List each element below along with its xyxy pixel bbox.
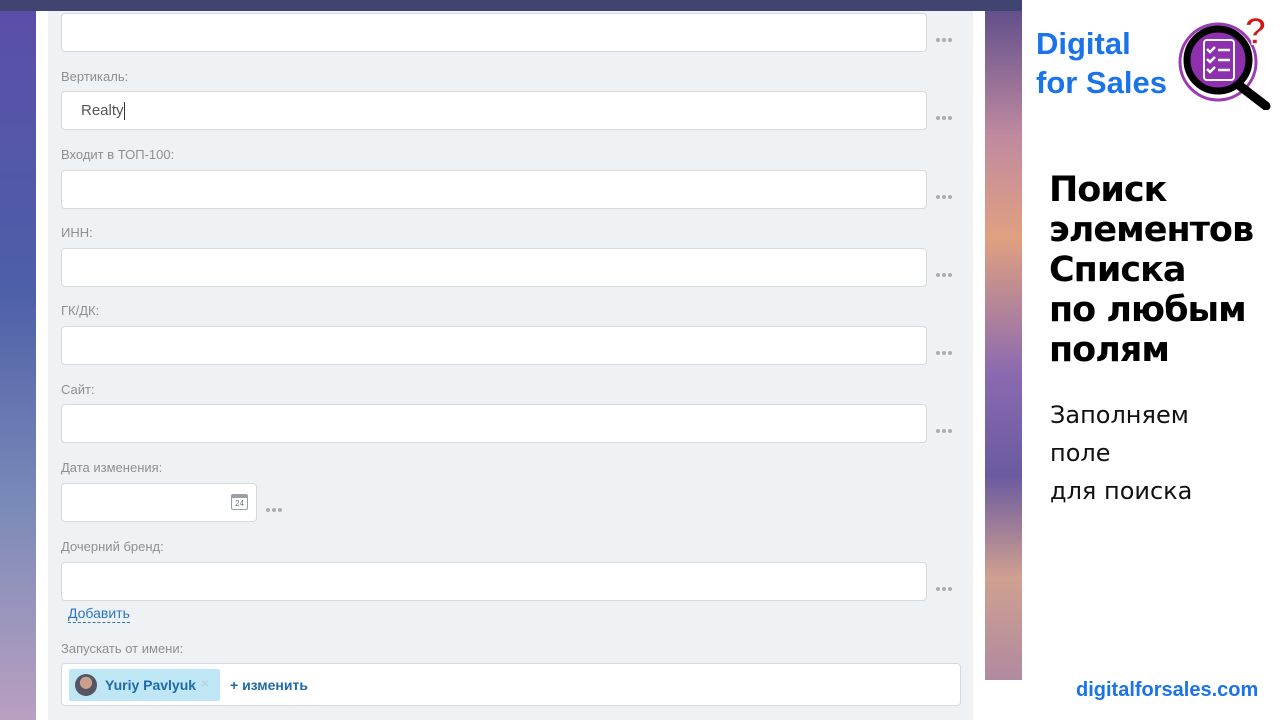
field-label: ГК/ДК: (61, 303, 100, 318)
headline-line: по любым (1049, 290, 1247, 330)
headline-line: Поиск (1049, 170, 1167, 210)
avatar (75, 674, 97, 696)
headline-line: элементов (1049, 210, 1254, 250)
more-options-icon[interactable] (936, 29, 954, 45)
more-options-icon[interactable] (936, 578, 954, 594)
brand-line: Digital (1036, 26, 1131, 61)
date-input[interactable]: 24 (61, 483, 257, 522)
magnifier-checklist-question-icon: ? (1178, 12, 1271, 110)
headline-line: полям (1049, 330, 1170, 370)
field-label: Дата изменения: (61, 460, 163, 475)
headline-line: Списка (1049, 250, 1187, 290)
background-image-right (980, 0, 1022, 680)
user-name: Yuriy Pavlyuk (105, 677, 197, 693)
background-image-left (0, 0, 40, 720)
form-panel: Вертикаль: Realty Входит в ТОП-100: ИНН:… (36, 11, 985, 720)
user-chip[interactable]: Yuriy Pavlyuk × (69, 669, 220, 701)
gk-dk-input[interactable] (61, 326, 927, 365)
change-user-button[interactable]: + изменить (230, 677, 308, 693)
field-label: Входит в ТОП-100: (61, 147, 175, 162)
close-icon[interactable]: × (201, 675, 209, 691)
run-as-field[interactable]: Yuriy Pavlyuk × + изменить (61, 663, 961, 706)
svg-text:?: ? (1244, 12, 1267, 53)
headline: Поиск элементов Списка по любым полям (1049, 170, 1254, 370)
more-options-icon[interactable] (936, 264, 954, 280)
subtitle: Заполняем поле для поиска (1050, 396, 1192, 510)
top100-input[interactable] (61, 170, 927, 209)
site-input[interactable] (61, 404, 927, 443)
top-bar (0, 0, 1022, 11)
field-label: ИНН: (61, 225, 93, 240)
brand-line: for Sales (1036, 65, 1167, 100)
text-cursor (123, 102, 125, 121)
more-options-icon[interactable] (936, 342, 954, 358)
add-link[interactable]: Добавить (68, 605, 130, 623)
subtitle-line: Заполняем (1050, 401, 1189, 429)
more-options-icon[interactable] (936, 420, 954, 436)
form-content: Вертикаль: Realty Входит в ТОП-100: ИНН:… (48, 11, 973, 720)
field-label: Дочерний бренд: (61, 539, 164, 554)
subtitle-line: для поиска (1050, 477, 1193, 505)
more-options-icon[interactable] (266, 499, 284, 515)
more-options-icon[interactable] (936, 186, 954, 202)
field-input-0[interactable] (61, 13, 927, 52)
field-label: Сайт: (61, 382, 95, 397)
field-label: Вертикаль: (61, 69, 129, 84)
child-brand-input[interactable] (61, 562, 927, 601)
vertical-input[interactable]: Realty (61, 91, 927, 130)
inn-input[interactable] (61, 248, 927, 287)
brand-name: Digital for Sales (1036, 24, 1167, 102)
subtitle-line: поле (1050, 439, 1111, 467)
more-options-icon[interactable] (936, 107, 954, 123)
calendar-icon[interactable]: 24 (231, 494, 248, 510)
field-label: Запускать от имени: (61, 641, 184, 656)
website-link[interactable]: digitalforsales.com (1076, 679, 1258, 702)
